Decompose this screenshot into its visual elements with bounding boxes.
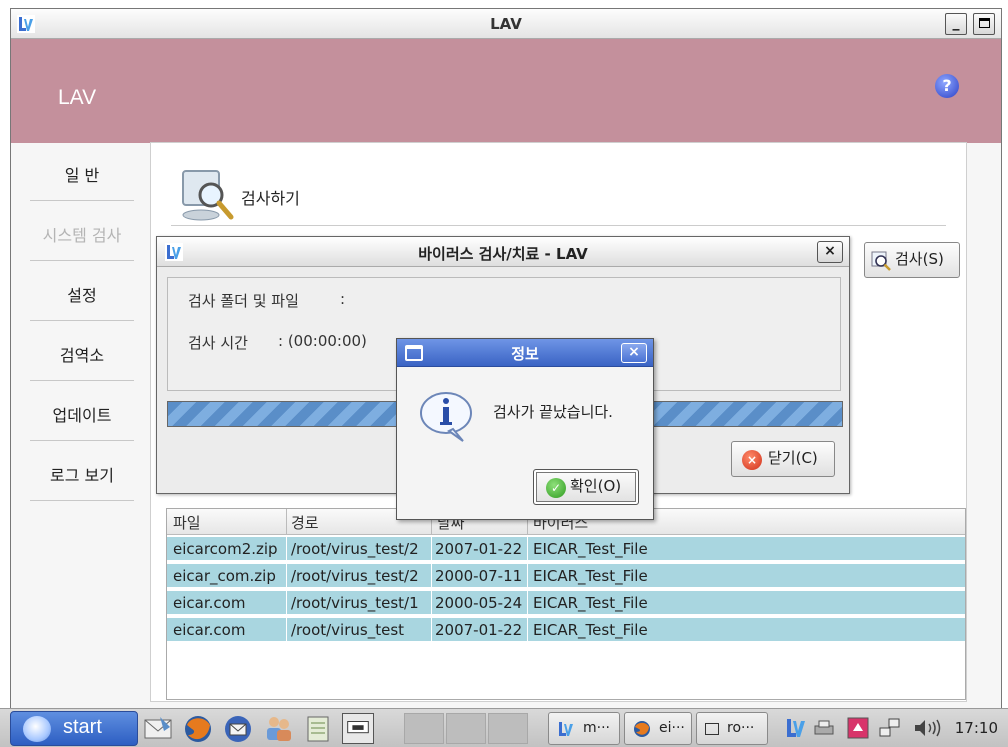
cell-date: 2007-01-22	[435, 621, 523, 639]
notepad-icon[interactable]	[302, 713, 334, 744]
sidebar-item-update[interactable]: 업데이트	[30, 402, 134, 426]
column-divider[interactable]	[286, 509, 287, 535]
info-dialog-titlebar[interactable]: 정보 ×	[397, 339, 653, 367]
cell-file: eicar_com.zip	[173, 567, 276, 585]
workspace-slot[interactable]	[404, 713, 444, 744]
sidebar-divider	[30, 500, 134, 501]
lav-app-icon	[559, 722, 573, 736]
network-icon[interactable]	[878, 716, 902, 740]
info-dialog: 정보 × 검사가 끝났습니다. ✓ 확인(O)	[396, 338, 654, 520]
record-icon[interactable]	[846, 716, 870, 740]
sidebar-divider	[30, 380, 134, 381]
show-desktop-glyph	[347, 721, 369, 734]
mail-icon[interactable]	[142, 713, 174, 744]
firefox-icon	[634, 721, 650, 737]
sidebar-item-general[interactable]: 일 반	[30, 162, 134, 186]
close-icon[interactable]: ×	[817, 241, 843, 263]
sidebar-item-system-scan[interactable]: 시스템 검사	[30, 222, 134, 246]
information-icon	[420, 392, 472, 442]
taskbar: start m··· ei··· ro··· 17:10	[0, 708, 1008, 747]
column-header-file[interactable]: 파일	[173, 512, 201, 533]
sidebar-divider	[30, 200, 134, 201]
cell-virus: EICAR_Test_File	[533, 567, 648, 585]
scan-time-value: : (00:00:00)	[278, 332, 367, 350]
scan-button-label: 검사(S)	[895, 250, 944, 268]
scan-magnifier-icon	[182, 170, 234, 221]
cell-file: eicarcom2.zip	[173, 540, 278, 558]
sidebar-item-quarantine[interactable]: 검역소	[30, 342, 134, 366]
scan-button[interactable]: 검사(S)	[864, 242, 960, 278]
close-button-label: 닫기(C)	[768, 449, 818, 467]
task-label: ro···	[727, 720, 755, 736]
dialog-title: 바이러스 검사/치료 - LAV	[418, 245, 588, 263]
title-divider	[171, 225, 946, 226]
search-icon	[871, 251, 891, 271]
maximize-icon	[978, 18, 990, 28]
minimize-button[interactable]: _	[945, 13, 967, 35]
page-title: 검사하기	[241, 189, 300, 208]
cell-path: /root/virus_test/1	[291, 594, 419, 612]
cell-date: 2007-01-22	[435, 540, 523, 558]
cell-path: /root/virus_test	[291, 621, 405, 639]
close-icon[interactable]: ×	[621, 343, 647, 363]
maximize-button[interactable]	[973, 13, 995, 35]
ok-button[interactable]: ✓ 확인(O)	[533, 469, 639, 505]
show-desktop-icon[interactable]	[342, 713, 374, 744]
scan-folder-value: :	[340, 290, 346, 308]
column-header-path[interactable]: 경로	[291, 512, 319, 533]
column-divider	[431, 537, 432, 673]
window-title: LAV	[490, 15, 522, 33]
workspace-slot[interactable]	[446, 713, 486, 744]
cell-file: eicar.com	[173, 621, 246, 639]
ok-button-label: 확인(O)	[570, 477, 622, 495]
task-label: m···	[583, 720, 610, 736]
taskbar-task-firefox[interactable]: ei···	[624, 712, 692, 745]
info-message: 검사가 끝났습니다.	[493, 403, 613, 421]
info-dialog-title: 정보	[511, 345, 539, 363]
window-icon	[705, 723, 719, 735]
cell-virus: EICAR_Test_File	[533, 594, 648, 612]
firefox-icon[interactable]	[182, 713, 214, 744]
cell-date: 2000-05-24	[435, 594, 523, 612]
sidebar-item-settings[interactable]: 설정	[30, 282, 134, 306]
cell-path: /root/virus_test/2	[291, 567, 419, 585]
close-button[interactable]: × 닫기(C)	[731, 441, 835, 477]
start-label: start	[63, 716, 102, 738]
start-button[interactable]: start	[10, 711, 138, 746]
cell-virus: EICAR_Test_File	[533, 621, 648, 639]
close-circle-icon: ×	[742, 450, 762, 470]
scan-time-label: 검사 시간	[188, 334, 248, 352]
app-banner: LAV	[11, 39, 1001, 143]
sidebar-item-view-log[interactable]: 로그 보기	[30, 462, 134, 486]
sidebar-divider	[30, 260, 134, 261]
dialog-titlebar[interactable]: 바이러스 검사/치료 - LAV ×	[157, 237, 849, 267]
taskbar-task-lav[interactable]: m···	[548, 712, 620, 745]
task-label: ei···	[659, 720, 685, 736]
start-menu-icon	[23, 716, 51, 742]
cell-virus: EICAR_Test_File	[533, 540, 648, 558]
users-icon[interactable]	[262, 713, 294, 744]
sidebar-divider	[30, 320, 134, 321]
workspace-slot[interactable]	[488, 713, 528, 744]
column-divider	[527, 537, 528, 673]
scan-folder-label: 검사 폴더 및 파일	[188, 292, 299, 310]
sidebar-divider	[30, 440, 134, 441]
banner-app-name: LAV	[58, 86, 97, 109]
thunderbird-icon[interactable]	[222, 713, 254, 744]
clock: 17:10	[954, 719, 998, 737]
window-titlebar[interactable]: LAV _	[11, 9, 1001, 39]
taskbar-task-root[interactable]: ro···	[696, 712, 768, 745]
cell-date: 2000-07-11	[435, 567, 523, 585]
cell-file: eicar.com	[173, 594, 246, 612]
detected-files-table: 파일 경로 날짜 바이러스 eicarcom2.zip /root/virus_…	[166, 508, 966, 700]
help-icon[interactable]: ?	[935, 74, 959, 98]
lav-tray-icon[interactable]	[784, 716, 808, 740]
volume-icon[interactable]	[912, 716, 944, 740]
check-icon: ✓	[546, 478, 566, 498]
cell-path: /root/virus_test/2	[291, 540, 419, 558]
column-divider	[286, 537, 287, 673]
printer-icon[interactable]	[812, 716, 836, 740]
